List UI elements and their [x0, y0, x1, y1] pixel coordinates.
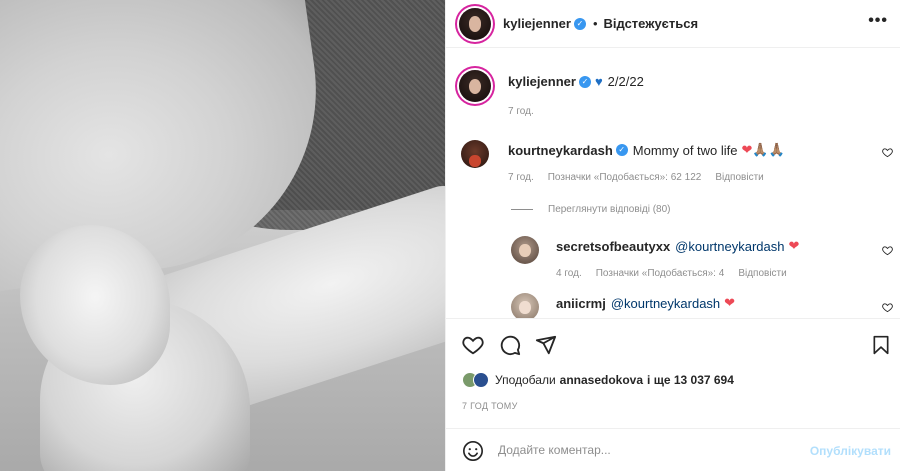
publish-button[interactable]: Опублікувати	[810, 444, 891, 458]
comment-meta: 7 год. Позначки «Подобається»: 62 122 Ві…	[508, 172, 764, 183]
reply-reply-button[interactable]: Відповісти	[738, 268, 786, 279]
comment-icon[interactable]	[499, 334, 521, 356]
author-avatar[interactable]	[459, 7, 491, 40]
caption: kyliejenner ✓ ♥ 2/2/22	[508, 74, 644, 89]
reply-mention[interactable]: @kourtneykardash	[611, 296, 720, 311]
comment-input[interactable]	[498, 443, 798, 457]
reply-meta: 4 год. Позначки «Подобається»: 4 Відпові…	[556, 268, 787, 279]
emoji-icon[interactable]	[462, 440, 484, 462]
likes-prefix: Уподобали	[495, 373, 556, 387]
caption-text: 2/2/22	[607, 74, 644, 89]
comment-reply-button[interactable]: Відповісти	[715, 172, 763, 183]
caption-username[interactable]: kyliejenner	[508, 74, 576, 89]
like-reply-heart-icon[interactable]	[882, 302, 893, 313]
caption-avatar[interactable]	[459, 70, 491, 102]
view-replies-label: Переглянути відповіді (80)	[548, 204, 671, 215]
verified-icon: ✓	[615, 144, 628, 156]
heart-icon[interactable]	[462, 334, 484, 356]
share-icon[interactable]	[535, 334, 557, 356]
comment-likes[interactable]: Позначки «Подобається»: 62 122	[548, 172, 702, 183]
liker-avatar[interactable]	[473, 372, 489, 388]
post-photo	[0, 0, 445, 471]
view-replies-button[interactable]: Переглянути відповіді (80)	[511, 204, 671, 215]
reply-likes[interactable]: Позначки «Подобається»: 4	[596, 268, 725, 279]
author-username[interactable]: kyliejenner	[503, 16, 571, 31]
bookmark-icon[interactable]	[871, 334, 891, 356]
reply-avatar[interactable]	[511, 293, 539, 318]
comment: kourtneykardash ✓ Mommy of two life ❤🙏🏽🙏…	[508, 142, 785, 158]
comments-list[interactable]: kyliejenner ✓ ♥ 2/2/22 7 год. kourtneyka…	[446, 49, 900, 319]
comment-avatar[interactable]	[461, 140, 489, 168]
comment-time: 7 год.	[508, 172, 534, 183]
verified-icon: ✓	[578, 75, 591, 88]
action-bar	[446, 330, 900, 362]
blue-heart-icon: ♥	[594, 74, 603, 89]
reply-username[interactable]: secretsofbeautyxx	[556, 239, 670, 254]
reply: secretsofbeautyxx @kourtneykardash ❤	[556, 238, 799, 254]
add-comment-bar: Опублікувати	[446, 428, 900, 471]
comment-username[interactable]: kourtneykardash	[508, 143, 613, 158]
verified-icon: ✓	[573, 17, 586, 30]
reply-emoji: ❤	[724, 295, 736, 310]
reply-emoji: ❤	[788, 238, 800, 253]
post-header: kyliejenner ✓ • Відстежується •••	[446, 0, 900, 48]
caption-time: 7 год.	[508, 106, 534, 117]
post-time-ago: 7 ГОД ТОМУ	[462, 401, 518, 411]
more-options-icon[interactable]: •••	[868, 12, 888, 30]
reply: aniicrmj @kourtneykardash ❤	[556, 295, 735, 311]
separator-dot: •	[592, 16, 598, 31]
follow-status-button[interactable]: Відстежується	[604, 16, 699, 31]
post-details-panel: kyliejenner ✓ • Відстежується ••• kyliej…	[445, 0, 900, 471]
reply-mention[interactable]: @kourtneykardash	[675, 239, 784, 254]
likes-count[interactable]: і ще 13 037 694	[647, 373, 734, 387]
liker-username[interactable]: annasedokova	[560, 373, 643, 387]
reply-username[interactable]: aniicrmj	[556, 296, 606, 311]
likes-summary: Уподобали annasedokova і ще 13 037 694	[462, 372, 734, 388]
comment-text: Mommy of two life	[632, 142, 738, 158]
reply-time: 4 год.	[556, 268, 582, 279]
like-reply-heart-icon[interactable]	[882, 245, 893, 256]
reply-avatar[interactable]	[511, 236, 539, 264]
like-comment-heart-icon[interactable]	[882, 147, 893, 158]
comment-emoji: ❤🙏🏽🙏🏽	[741, 142, 785, 157]
